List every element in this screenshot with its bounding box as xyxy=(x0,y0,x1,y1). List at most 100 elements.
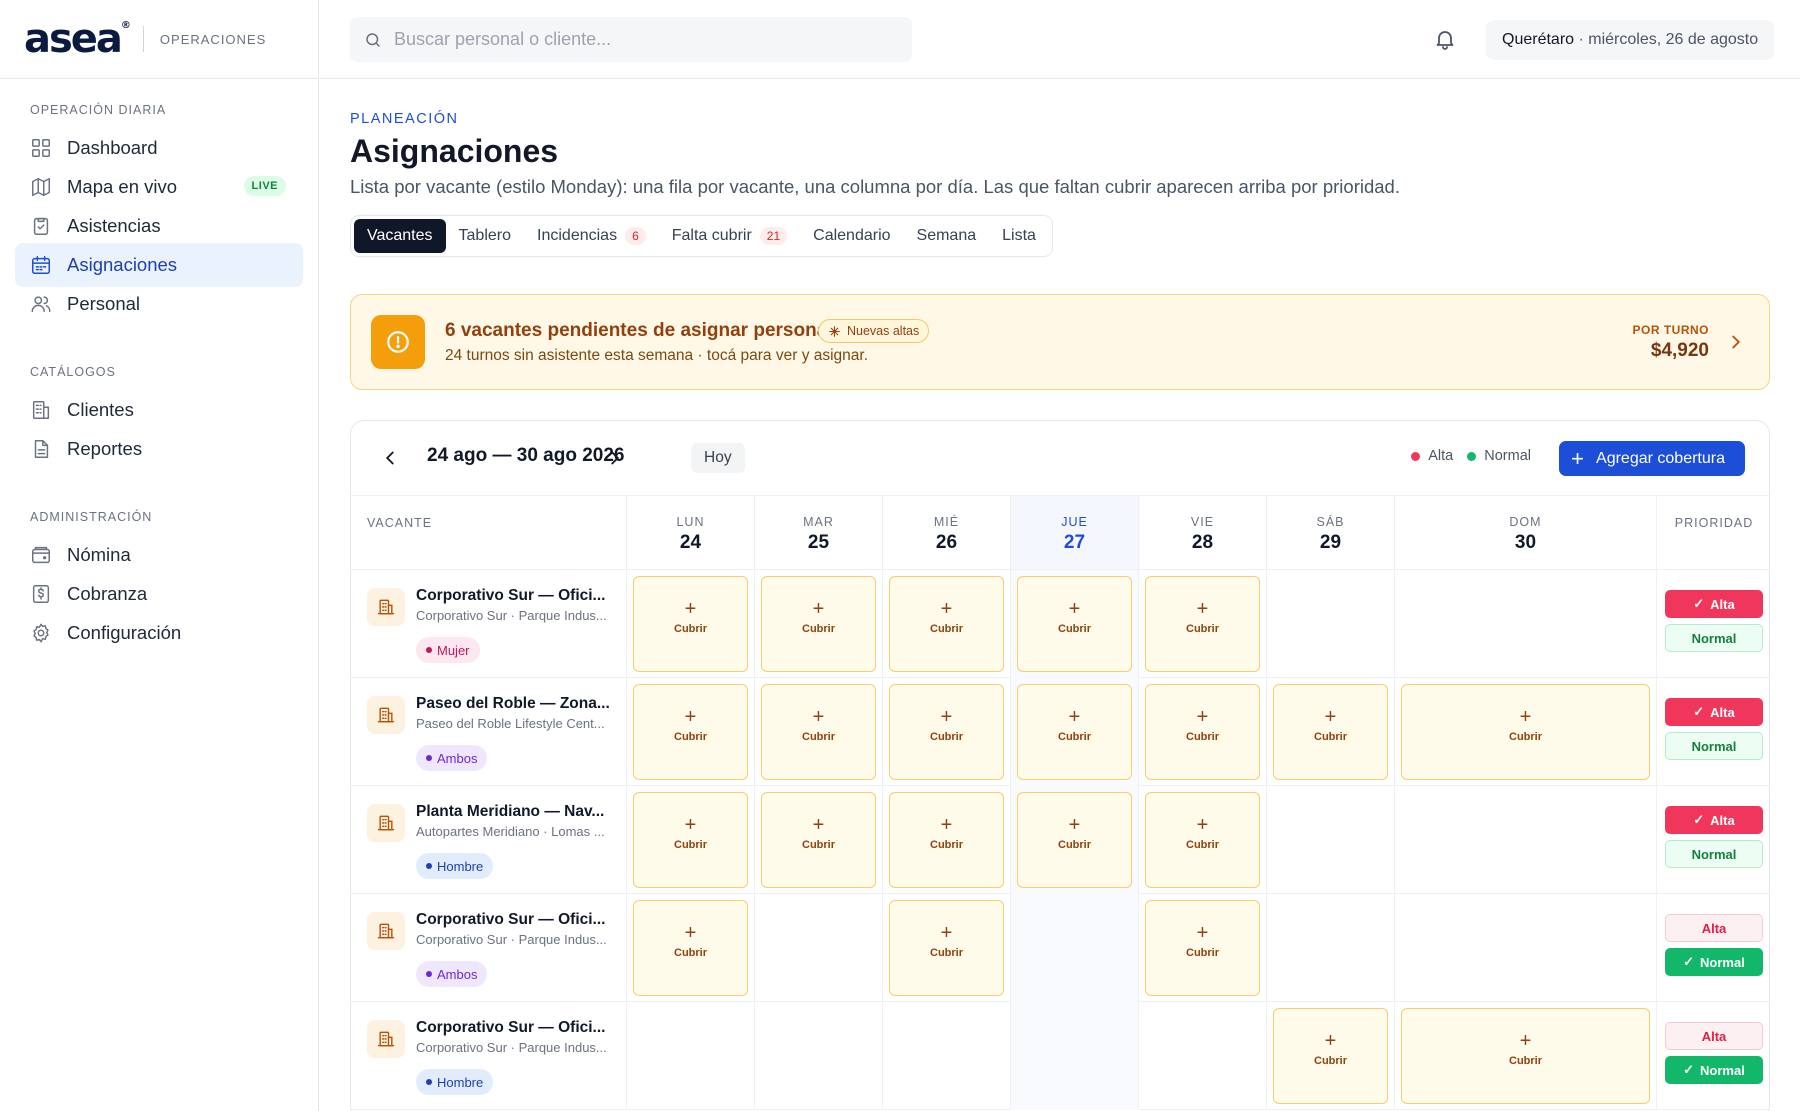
cover-shift-button[interactable]: + Cubrir xyxy=(889,900,1004,996)
prev-week-icon[interactable] xyxy=(379,447,401,469)
sidebar-item-cobranza[interactable]: Cobranza xyxy=(15,572,303,616)
tab-vacantes[interactable]: Vacantes xyxy=(354,219,446,253)
priority-cell: Alta ✓ Normal xyxy=(1657,894,1769,1002)
sidebar-item-nomina[interactable]: Nómina xyxy=(15,533,303,577)
priority-normal-button[interactable]: Normal xyxy=(1665,840,1763,868)
pending-vacancies-alert[interactable]: 6 vacantes pendientes de asignar persona… xyxy=(350,294,1770,390)
sidebar-item-reportes[interactable]: Reportes xyxy=(15,427,303,471)
cover-shift-button[interactable]: + Cubrir xyxy=(633,576,748,672)
sidebar-item-configuracion[interactable]: Configuración xyxy=(15,611,303,655)
priority-alta-label: Alta xyxy=(1701,920,1727,936)
priority-normal-button[interactable]: Normal xyxy=(1665,732,1763,760)
calendar-toolbar: 24 ago — 30 ago 2026 Hoy Alta Normal + Ag… xyxy=(351,421,1769,496)
cover-shift-button[interactable]: + Cubrir xyxy=(889,792,1004,888)
tab-tablero[interactable]: Tablero xyxy=(446,219,524,253)
cover-shift-button[interactable]: + Cubrir xyxy=(1145,576,1260,672)
cover-shift-button[interactable]: + Cubrir xyxy=(1401,684,1650,780)
cover-shift-button[interactable]: + Cubrir xyxy=(889,684,1004,780)
priority-normal-button[interactable]: ✓ Normal xyxy=(1665,948,1763,976)
cover-shift-button[interactable]: + Cubrir xyxy=(633,792,748,888)
priority-alta-button[interactable]: Alta xyxy=(1665,914,1763,942)
plus-icon: + xyxy=(684,598,697,620)
tab-lista[interactable]: Lista xyxy=(989,219,1049,253)
check-icon: ✓ xyxy=(1693,812,1705,827)
vacancy-location: Corporativo Sur · Parque Indus... xyxy=(416,932,607,947)
sidebar-item-dashboard[interactable]: Dashboard xyxy=(15,126,303,170)
vacancy-name: Corporativo Sur — Ofici... xyxy=(416,911,606,928)
sidebar-item-asistencias[interactable]: Asistencias xyxy=(15,204,303,248)
tab-semana[interactable]: Semana xyxy=(904,219,990,253)
add-coverage-button[interactable]: + Agregar cobertura xyxy=(1559,441,1745,476)
vacancy-info[interactable]: Corporativo Sur — Ofici... Corporativo S… xyxy=(351,894,627,1002)
chevron-right-icon[interactable] xyxy=(1725,331,1747,353)
brand-logo[interactable]: asea ® xyxy=(24,19,131,59)
priority-normal-button[interactable]: ✓ Normal xyxy=(1665,1056,1763,1084)
sidebar-item-asignaciones[interactable]: Asignaciones xyxy=(15,243,303,287)
plus-icon: + xyxy=(1324,706,1337,728)
cover-shift-button[interactable]: + Cubrir xyxy=(1017,792,1132,888)
vacancy-location: Corporativo Sur · Parque Indus... xyxy=(416,608,607,623)
cover-shift-button[interactable]: + Cubrir xyxy=(1401,1008,1650,1104)
cover-shift-button[interactable]: + Cubrir xyxy=(761,684,876,780)
next-week-icon[interactable] xyxy=(604,447,626,469)
plus-icon: + xyxy=(940,814,953,836)
priority-alta-button[interactable]: ✓ Alta xyxy=(1665,590,1763,618)
search-input[interactable] xyxy=(394,29,874,50)
priority-alta-button[interactable]: ✓ Alta xyxy=(1665,698,1763,726)
sidebar-item-mapa-en-vivo[interactable]: Mapa en vivo LIVE xyxy=(15,165,303,209)
day-cell xyxy=(1011,894,1139,1002)
today-button[interactable]: Hoy xyxy=(691,443,745,473)
vacancy-row: Corporativo Sur — Ofici... Corporativo S… xyxy=(351,1002,1769,1110)
cover-shift-button[interactable]: + Cubrir xyxy=(1017,576,1132,672)
cover-shift-label: Cubrir xyxy=(1058,731,1091,743)
day-number: 29 xyxy=(1319,532,1342,553)
priority-alta-button[interactable]: Alta xyxy=(1665,1022,1763,1050)
cover-shift-button[interactable]: + Cubrir xyxy=(1273,684,1388,780)
cover-shift-button[interactable]: + Cubrir xyxy=(633,900,748,996)
sidebar-nav: OPERACIÓN DIARIA Dashboard Mapa en vivo LIV… xyxy=(0,98,318,655)
cover-shift-button[interactable]: + Cubrir xyxy=(1145,900,1260,996)
cover-shift-button[interactable]: + Cubrir xyxy=(1145,684,1260,780)
cover-shift-button[interactable]: + Cubrir xyxy=(1145,792,1260,888)
bell-icon[interactable] xyxy=(1433,27,1457,51)
legend-label: Normal xyxy=(1484,448,1531,464)
nav-section-title: ADMINISTRACIÓN xyxy=(30,510,153,524)
cover-shift-button[interactable]: + Cubrir xyxy=(761,576,876,672)
cover-shift-label: Cubrir xyxy=(802,623,835,635)
cover-shift-button[interactable]: + Cubrir xyxy=(1017,684,1132,780)
tab-label: Calendario xyxy=(813,227,891,244)
tab-incidencias[interactable]: Incidencias 6 xyxy=(524,219,659,253)
day-of-week: SÁB xyxy=(1316,515,1345,529)
vacancy-row: Paseo del Roble — Zona... Paseo del Robl… xyxy=(351,678,1769,786)
shift-cost-label: POR TURNO xyxy=(1632,323,1709,337)
cover-shift-button[interactable]: + Cubrir xyxy=(761,792,876,888)
new-hires-chip: Nuevas altas xyxy=(818,319,930,343)
cover-shift-button[interactable]: + Cubrir xyxy=(889,576,1004,672)
location-date-pill[interactable]: Querétaro · miércoles, 26 de agosto xyxy=(1486,20,1775,60)
tab-calendario[interactable]: Calendario xyxy=(800,219,903,253)
cover-shift-button[interactable]: + Cubrir xyxy=(633,684,748,780)
tab-falta-cubrir[interactable]: Falta cubrir 21 xyxy=(659,219,800,253)
cover-shift-label: Cubrir xyxy=(1186,839,1219,851)
page-eyebrow: PLANEACIÓN xyxy=(350,111,459,127)
nav-section-title: OPERACIÓN DIARIA xyxy=(30,103,167,117)
vacancy-info[interactable]: Corporativo Sur — Ofici... Corporativo S… xyxy=(351,570,627,678)
vacancy-info[interactable]: Corporativo Sur — Ofici... Corporativo S… xyxy=(351,1002,627,1110)
cover-shift-button[interactable]: + Cubrir xyxy=(1273,1008,1388,1104)
day-cell xyxy=(1395,894,1657,1002)
day-cell: + Cubrir xyxy=(627,570,755,678)
sidebar-item-clientes[interactable]: Clientes xyxy=(15,388,303,432)
plus-icon: + xyxy=(812,814,825,836)
building-icon xyxy=(367,588,405,626)
vacancy-info[interactable]: Planta Meridiano — Nav... Autopartes Mer… xyxy=(351,786,627,894)
search-box[interactable] xyxy=(350,17,912,62)
vacancy-info[interactable]: Paseo del Roble — Zona... Paseo del Robl… xyxy=(351,678,627,786)
plus-icon: + xyxy=(1068,814,1081,836)
priority-alta-button[interactable]: ✓ Alta xyxy=(1665,806,1763,834)
check-icon: ✓ xyxy=(1693,596,1705,611)
priority-alta-label: Alta xyxy=(1701,1028,1727,1044)
cover-shift-label: Cubrir xyxy=(674,623,707,635)
priority-normal-button[interactable]: Normal xyxy=(1665,624,1763,652)
day-column-header: LUN 24 xyxy=(627,496,755,570)
sidebar-item-personal[interactable]: Personal xyxy=(15,282,303,326)
